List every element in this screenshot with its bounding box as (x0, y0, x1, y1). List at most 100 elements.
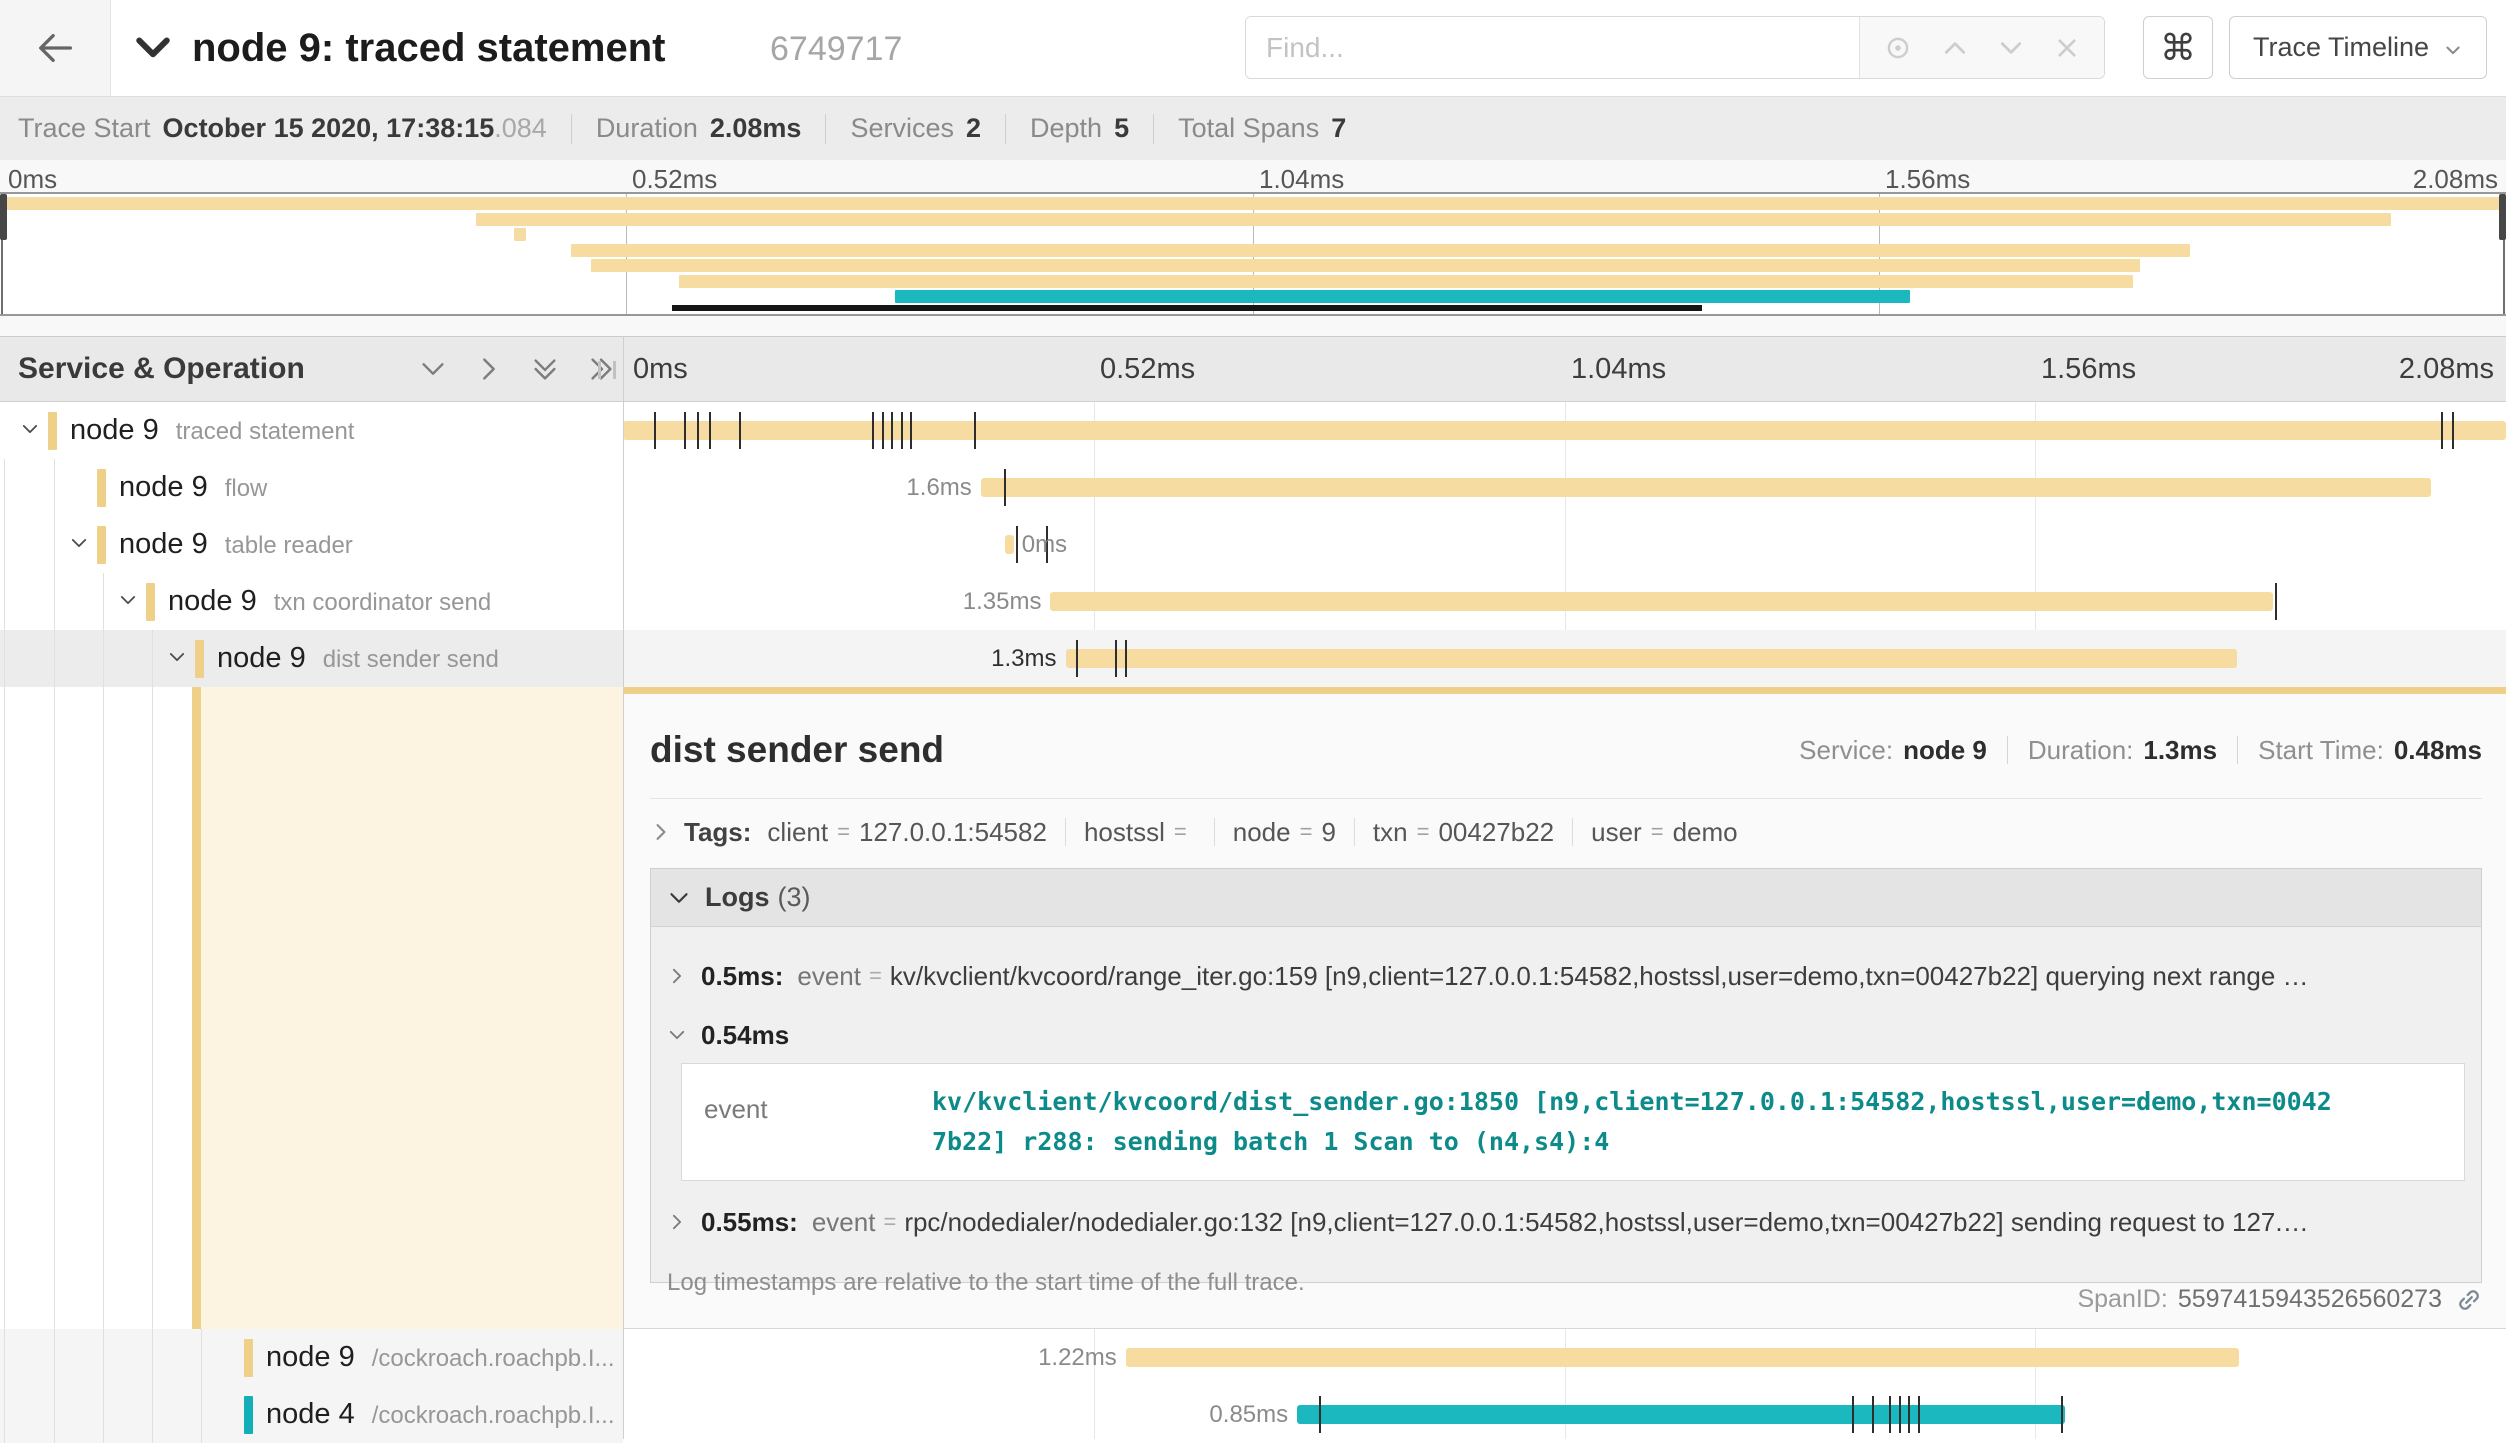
trace-collapse-chevron-icon[interactable] (133, 30, 173, 66)
divider (2237, 736, 2238, 764)
span-color-swatch (97, 526, 106, 564)
span-bar[interactable] (623, 421, 2506, 440)
expander-chevron-icon[interactable] (167, 647, 189, 669)
back-arrow-icon (36, 29, 74, 67)
expander-chevron-icon[interactable] (118, 590, 140, 612)
tree-guide (4, 516, 5, 573)
axis-tick: 1.56ms (2041, 337, 2136, 401)
span-log-tick (1004, 469, 1006, 506)
find-clear-icon[interactable] (2054, 35, 2080, 61)
log-key: event (797, 961, 861, 992)
minimap-tick: 2.08ms (2413, 164, 2498, 195)
chevron-right-icon (667, 1212, 687, 1232)
divider (1354, 818, 1355, 846)
locate-icon[interactable] (1884, 34, 1912, 62)
span-operation-name: flow (225, 475, 268, 502)
span-service-name: node 9 (70, 414, 159, 446)
minimap-canvas[interactable] (0, 192, 2506, 316)
span-log-tick (709, 412, 711, 449)
span-color-swatch (244, 1396, 253, 1434)
minimap-span-bar (0, 197, 2506, 210)
span-log-tick (1908, 1396, 1910, 1433)
collapse-all-icon[interactable] (530, 354, 560, 384)
log-timestamp: 0.55ms: (701, 1207, 798, 1238)
span-service-name: node 9 (168, 585, 257, 617)
expander-chevron-icon[interactable] (69, 533, 91, 555)
column-resize-grip[interactable] (598, 361, 616, 379)
span-row[interactable]: node 4/cockroach.roachpb.I...0.85ms (0, 1386, 2506, 1443)
services-label: Services (850, 113, 954, 144)
tags-toggle-row[interactable]: Tags: client = 127.0.0.1:54582 hostssl =… (650, 806, 2482, 858)
span-row[interactable]: node 9table reader0ms (0, 516, 2506, 573)
span-bar[interactable] (1005, 535, 1013, 554)
view-selector-button[interactable]: Trace Timeline (2229, 16, 2487, 79)
span-operation-name: table reader (225, 532, 353, 559)
span-row[interactable]: node 9txn coordinator send1.35ms (0, 573, 2506, 630)
span-operation-name: /cockroach.roachpb.I... (372, 1402, 615, 1429)
link-icon[interactable] (2456, 1287, 2482, 1313)
tag-value: 127.0.0.1:54582 (859, 817, 1047, 848)
log-entry[interactable]: 0.5ms: event = kv/kvclient/kvcoord/range… (651, 945, 2481, 1007)
keyboard-shortcuts-button[interactable]: ⌘ (2143, 16, 2213, 79)
span-name-labels: node 9dist sender send (217, 630, 499, 687)
tree-guide (201, 1329, 202, 1386)
span-row[interactable]: node 9dist sender send 1.3ms (0, 630, 2506, 687)
span-bar[interactable] (1297, 1405, 2065, 1424)
span-row[interactable]: node 9flow1.6ms (0, 459, 2506, 516)
log-entry-expanded-header[interactable]: 0.54ms (651, 1009, 2481, 1061)
services-value: 2 (966, 113, 981, 144)
tree-guide (4, 630, 5, 687)
span-duration-label: 0ms (1022, 516, 1067, 573)
span-duration-label: 1.3ms (991, 630, 1056, 687)
tree-guide (54, 459, 55, 516)
divider (650, 798, 2482, 799)
expander-chevron-icon[interactable] (20, 419, 42, 441)
tag-key: hostssl (1084, 817, 1165, 848)
log-entry[interactable]: 0.55ms: event = rpc/nodedialer/nodediale… (651, 1191, 2481, 1253)
span-log-tick (872, 412, 874, 449)
tree-guide (103, 630, 104, 687)
span-bar[interactable] (981, 478, 2431, 497)
find-next-icon[interactable] (1997, 34, 2025, 62)
logs-header[interactable]: Logs (3) (651, 869, 2481, 927)
span-detail-panel: dist sender send Service: node 9 Duratio… (623, 694, 2506, 1329)
span-row[interactable]: node 9 traced statement (0, 402, 2506, 459)
find-input[interactable] (1246, 17, 1859, 78)
trace-summary-bar: Trace Start October 15 2020, 17:38:15.08… (0, 96, 2506, 160)
equals-sign: = (869, 963, 882, 989)
minimap-tick: 1.04ms (1259, 164, 1344, 195)
column-splitter[interactable] (623, 336, 624, 1439)
span-log-tick (2441, 412, 2443, 449)
span-rows: node 9traced statementnode 9flow1.6msnod… (0, 402, 2506, 687)
back-button[interactable] (0, 0, 111, 96)
right-scrubber-handle[interactable] (2499, 194, 2506, 240)
axis-tick: 1.04ms (1571, 337, 1666, 401)
span-duration-label: 0.85ms (1209, 1386, 1288, 1443)
log-timestamp: 0.5ms: (701, 961, 783, 992)
span-log-tick (974, 412, 976, 449)
span-id-label: SpanID: (2077, 1285, 2167, 1314)
span-operation-name: traced statement (176, 418, 355, 445)
find-prev-icon[interactable] (1941, 34, 1969, 62)
span-operation-name: dist sender send (323, 646, 499, 673)
chevron-down-icon (2443, 40, 2463, 60)
chevron-down-icon (667, 886, 691, 910)
left-scrubber-handle[interactable] (0, 194, 7, 240)
span-rows-bottom: node 9/cockroach.roachpb.I...1.22msnode … (0, 1329, 2506, 1439)
span-color-swatch (48, 412, 57, 450)
span-service-name: node 9 (119, 471, 208, 503)
span-log-tick (1872, 1396, 1874, 1433)
expand-one-icon[interactable] (474, 354, 504, 384)
span-log-tick (1889, 1396, 1891, 1433)
span-bar[interactable] (1066, 649, 2237, 668)
span-id-row: SpanID: 5597415943526560273 (2077, 1285, 2482, 1314)
span-bar[interactable] (1050, 592, 2272, 611)
trace-start-value: October 15 2020, 17:38:15.084 (163, 113, 547, 144)
span-row[interactable]: node 9/cockroach.roachpb.I...1.22ms (0, 1329, 2506, 1386)
tree-guide (201, 1386, 202, 1443)
span-bar[interactable] (1126, 1348, 2239, 1367)
tree-guide (4, 459, 5, 516)
depth-label: Depth (1030, 113, 1102, 144)
span-log-tick (2061, 1396, 2063, 1433)
collapse-one-icon[interactable] (418, 354, 448, 384)
